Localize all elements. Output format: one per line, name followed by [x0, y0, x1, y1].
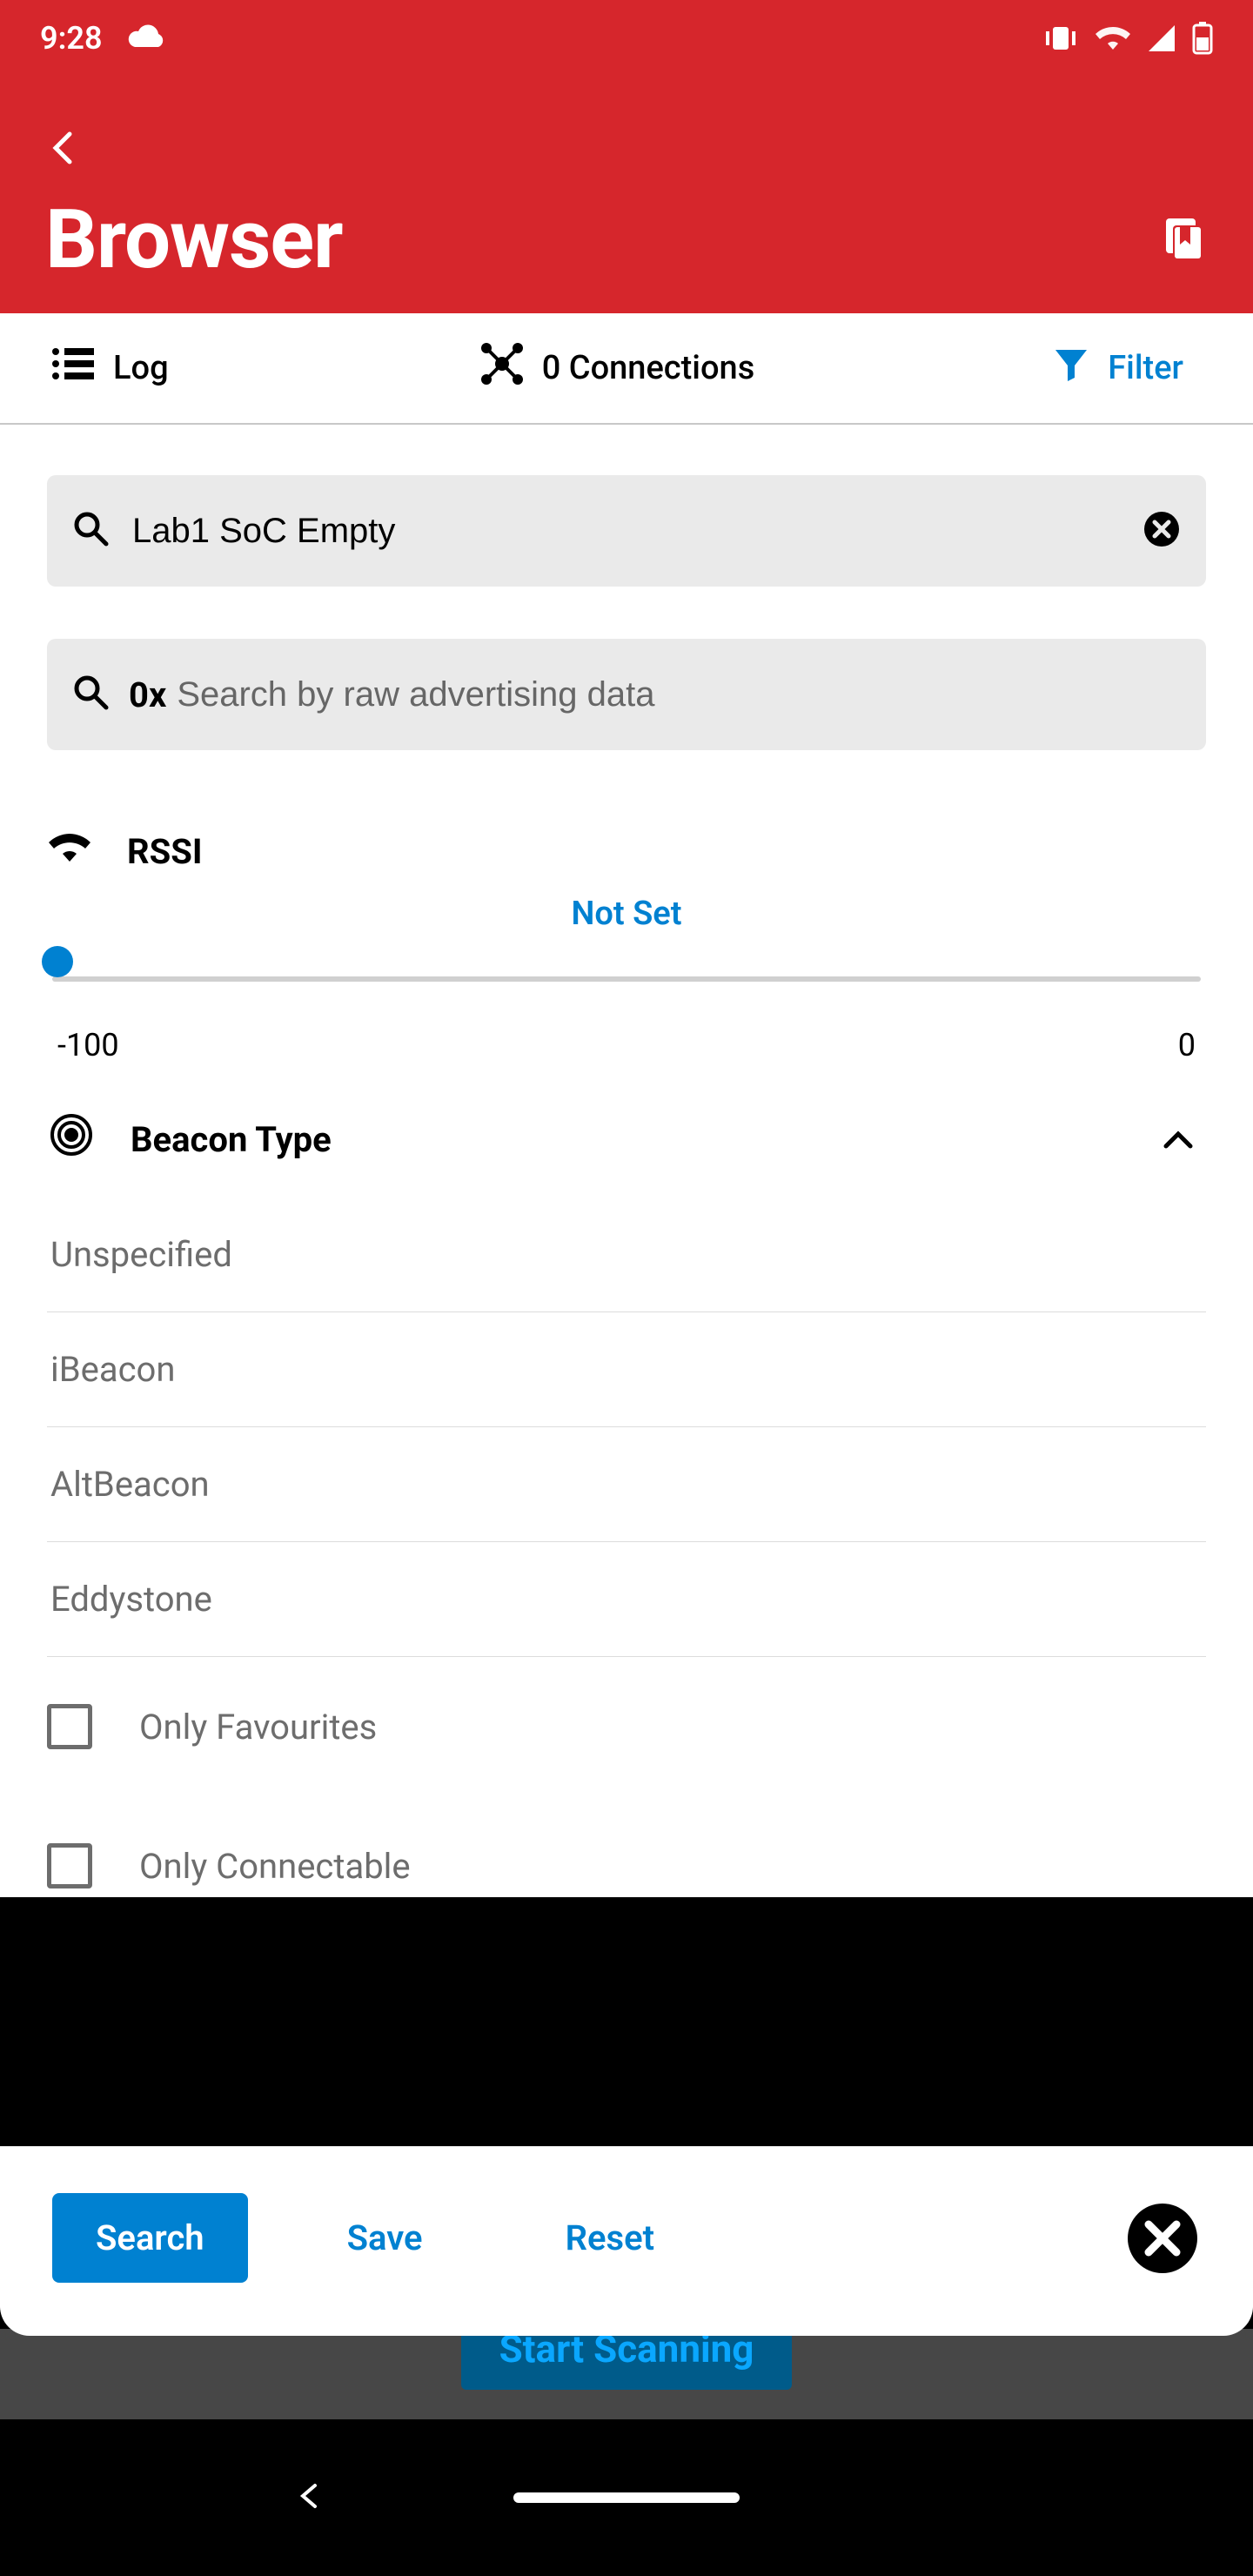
- save-button[interactable]: Save: [304, 2193, 466, 2283]
- only-favourites-row[interactable]: Only Favourites: [47, 1657, 1206, 1796]
- search-icon: [71, 509, 111, 553]
- nav-home-pill[interactable]: [513, 2492, 740, 2503]
- tabs-bar: Log 0 Connections Filter: [0, 313, 1253, 425]
- hex-prefix: 0x: [129, 674, 166, 715]
- beacon-icon: [47, 1110, 96, 1168]
- graph-icon: [479, 341, 525, 395]
- cloud-icon: [127, 23, 167, 53]
- start-scanning-button[interactable]: Start Scanning: [461, 2329, 793, 2390]
- beacon-type-altbeacon[interactable]: AltBeacon: [47, 1427, 1206, 1542]
- filter-tab[interactable]: Filter: [846, 345, 1253, 392]
- rssi-min: -100: [57, 1027, 119, 1063]
- sheet-bottom-edge: [0, 2301, 1253, 2336]
- slider-thumb[interactable]: [42, 946, 73, 977]
- page-title: Browser: [45, 191, 343, 287]
- system-nav-bar: [0, 2419, 1253, 2576]
- beacon-type-unspecified[interactable]: Unspecified: [47, 1197, 1206, 1312]
- chevron-up-icon: [1161, 1119, 1196, 1160]
- reset-button[interactable]: Reset: [522, 2193, 698, 2283]
- connections-label: 0 Connections: [542, 349, 755, 387]
- status-bar: 9:28: [0, 0, 1253, 77]
- status-time: 9:28: [40, 20, 103, 57]
- cell-signal-icon: [1147, 23, 1176, 53]
- rssi-label: RSSI: [127, 831, 203, 872]
- back-icon[interactable]: [45, 129, 84, 171]
- beacon-type-ibeacon[interactable]: iBeacon: [47, 1312, 1206, 1427]
- close-icon[interactable]: [1124, 2200, 1201, 2277]
- search-raw-input[interactable]: [177, 675, 1182, 714]
- only-favourites-label: Only Favourites: [139, 1707, 377, 1748]
- wifi-icon: [1095, 23, 1131, 53]
- beacon-label: Beacon Type: [131, 1119, 332, 1160]
- vibrate-icon: [1042, 23, 1079, 53]
- connections-tab[interactable]: 0 Connections: [388, 341, 846, 395]
- log-tab[interactable]: Log: [0, 346, 388, 390]
- list-icon: [50, 346, 96, 390]
- beacon-type-eddystone[interactable]: Eddystone: [47, 1542, 1206, 1657]
- search-icon: [71, 673, 111, 716]
- search-name-input[interactable]: [132, 512, 1142, 551]
- nav-back-icon[interactable]: [296, 2482, 324, 2513]
- funnel-icon: [1052, 345, 1090, 392]
- rssi-section: RSSI: [47, 802, 1206, 895]
- filter-panel: 0x RSSI Not Set -100 0 Beacon Type Unspe…: [0, 425, 1253, 1897]
- search-button[interactable]: Search: [52, 2193, 248, 2283]
- search-name-field[interactable]: [47, 475, 1206, 587]
- filter-label: Filter: [1108, 349, 1183, 387]
- checkbox-icon[interactable]: [47, 1704, 92, 1749]
- clear-icon[interactable]: [1142, 509, 1182, 553]
- beacon-section[interactable]: Beacon Type: [47, 1063, 1206, 1197]
- background-scrim: Start Scanning: [0, 2329, 1253, 2419]
- rssi-icon: [47, 828, 92, 874]
- only-connectable-row[interactable]: Only Connectable: [47, 1796, 1206, 1897]
- only-connectable-label: Only Connectable: [139, 1846, 411, 1887]
- rssi-value: Not Set: [47, 895, 1206, 933]
- rssi-slider[interactable]: [47, 933, 1206, 987]
- bookmarks-icon[interactable]: [1156, 211, 1208, 267]
- app-header: Browser: [0, 77, 1253, 313]
- rssi-max: 0: [1178, 1027, 1196, 1063]
- checkbox-icon[interactable]: [47, 1843, 92, 1888]
- log-label: Log: [113, 349, 169, 387]
- battery-icon: [1192, 22, 1213, 55]
- search-raw-field[interactable]: 0x: [47, 639, 1206, 750]
